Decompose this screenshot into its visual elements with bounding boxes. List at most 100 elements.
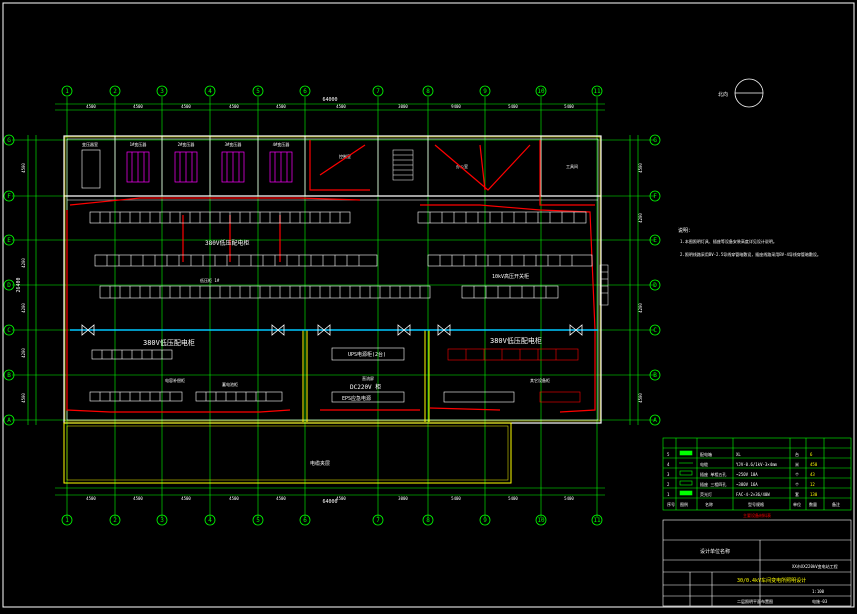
left-dim-1: 4500 [21,163,26,173]
equipment-labels: 380V低压配电柜 低压柜 1# 10kV高压开关柜 380V低压配电柜 380… [143,239,550,402]
legend-row1-qty: 130 [810,492,818,497]
legend-col-no: 序号 [667,501,675,507]
label-380v-left: 380V低压配电柜 [143,338,195,347]
basement-label: 电缆夹层 [310,460,330,467]
legend-row5-qty: 6 [810,452,813,457]
column-bubbles-bottom [61,514,603,526]
legend-col-spec: 型号规格 [748,501,764,507]
top-dim-8: 9400 [451,104,461,109]
stairs [392,149,609,306]
bottom-dim-6: 4500 [336,496,346,501]
bottom-dim-4: 4500 [229,496,239,501]
top-segment-labels: 4500 4500 4500 4500 4500 4500 3000 9400 … [86,104,574,109]
legend-col-sym: 图例 [680,501,688,507]
legend-col-note: 备注 [832,501,840,507]
yellow-walls [63,136,601,484]
col-label-b6: 6 [303,517,307,524]
legend-row4-no: 4 [667,462,670,467]
right-dim-3: 4200 [638,303,643,313]
legend-row5-name: 配电箱 [700,451,712,457]
cabinet-row-lower-left [99,285,431,299]
cabinet-row-top-left [89,211,351,224]
tool-room-label: 工具间 [566,163,578,169]
top-dim-10: 5400 [564,104,574,109]
col-label-b3: 3 [160,517,164,524]
legend-row4-spec: YJV-0.6/1kV-3×4mm [736,462,778,467]
row-label-c: C [7,327,11,334]
row-grid [12,139,655,421]
bottom-dim-2: 4500 [133,496,143,501]
cabinet-row-lower-right [461,285,559,299]
legend-symbols [679,450,693,496]
col-label-b10: 10 [537,517,545,524]
legend-row5-no: 5 [667,452,670,457]
legend-row2-qty: 12 [810,482,815,487]
top-dim-9: 5400 [508,104,518,109]
cabinet-row-bottom-left [89,349,283,402]
col-label-3: 3 [160,88,164,95]
notes-line-1: 1.本图照明灯具、插座等设备安装高度详见设计说明。 [680,238,777,244]
col-label-7: 7 [376,88,380,95]
legend-row1-name: 荧光灯 [700,491,712,497]
top-total-dim: 64000 [322,97,337,103]
label-other: 其它设备柜 [530,377,550,383]
bottom-dim-7: 3000 [398,496,408,501]
top-dim-2: 4500 [133,104,143,109]
label-capacitor: 电容补偿柜 [165,377,185,383]
title-company: 设计单位名称 [700,548,730,555]
col-label-9: 9 [483,88,487,95]
room-label-0: 变压器室 [82,141,98,147]
left-dim-5: 4500 [21,393,26,403]
legend-row3-unit: 个 [795,472,799,477]
notes: 说明： 1.本图照明灯具、插座等设备安装高度详见设计说明。 2.照明线路采用BV… [678,227,821,257]
column-bubbles-top [61,85,603,97]
col-label-b2: 2 [113,517,117,524]
label-group: 低压柜 1# [200,277,220,283]
col-label-5: 5 [256,88,260,95]
cabinet-row-mid-left [94,254,378,267]
bottom-dim-10: 5400 [564,496,574,501]
legend-row1-unit: 套 [795,491,799,497]
right-dim-1: 4500 [638,163,643,173]
left-dim-3: 4200 [21,303,26,313]
title-sheet-no: 电施-03 [812,598,828,604]
legend-row3-name: 插座 单相五孔 [700,471,726,477]
col-label-6: 6 [303,88,307,95]
notes-title: 说明： [678,227,693,234]
legend-col-qty: 数量 [809,501,817,507]
col-label-11: 11 [593,88,601,95]
cabinet-first-room [81,149,101,189]
transformer-label-1: 1#变压器 [130,141,147,147]
transformer-symbols [126,151,293,183]
title-block-text: 设计单位名称 XX市XX220kV变电站工程 30/0.4kV车间变电所照明设计… [700,548,838,604]
top-dim-6: 4500 [336,104,346,109]
col-label-b8: 8 [426,517,430,524]
row-label-a: A [7,417,11,424]
label-dc: DC220V 柜 [350,383,381,391]
cad-drawing: 64000 64000 26400 4500 4500 4500 4500 45… [2,2,855,608]
row-label-rb: B [653,372,657,379]
title-sheet: 二层照明平面布置图 [737,598,773,604]
label-battery: 蓄电池柜 [222,381,238,387]
row-label-rc: C [653,327,657,334]
legend-row2-no: 2 [667,482,670,487]
transformer-label-4: 4#变压器 [273,141,290,147]
column-bubble-labels-bottom: 1 2 3 4 5 6 7 8 9 10 11 [65,517,601,524]
legend-row3-no: 3 [667,472,670,477]
title-drawing: 30/0.4kV车间变电所照明设计 [737,577,806,584]
legend-row3-spec: ~250V 10A [736,472,758,477]
top-dim-5: 4500 [276,104,286,109]
bottom-dim-1: 4500 [86,496,96,501]
left-total-dim: 26400 [16,277,22,292]
legend-row4-qty: 450 [810,462,818,467]
transformer-labels: 变压器室 1#变压器 2#变压器 3#变压器 4#变压器 控制室 办公室 工具间 [82,141,578,169]
legend-row3-qty: 43 [810,472,815,477]
label-eps: EPS应急电源 [342,395,371,402]
legend-text: 5 配电箱 XL 台 6 4 电缆 YJV-0.6/1kV-3×4mm 米 45… [667,451,840,518]
label-feed: 直流屏 [362,375,374,381]
row-label-d: D [7,282,11,289]
col-label-1: 1 [65,88,69,95]
label-380v-top: 380V低压配电柜 [205,239,249,247]
row-label-re: E [653,237,657,244]
row-bubbles-right [649,134,661,426]
